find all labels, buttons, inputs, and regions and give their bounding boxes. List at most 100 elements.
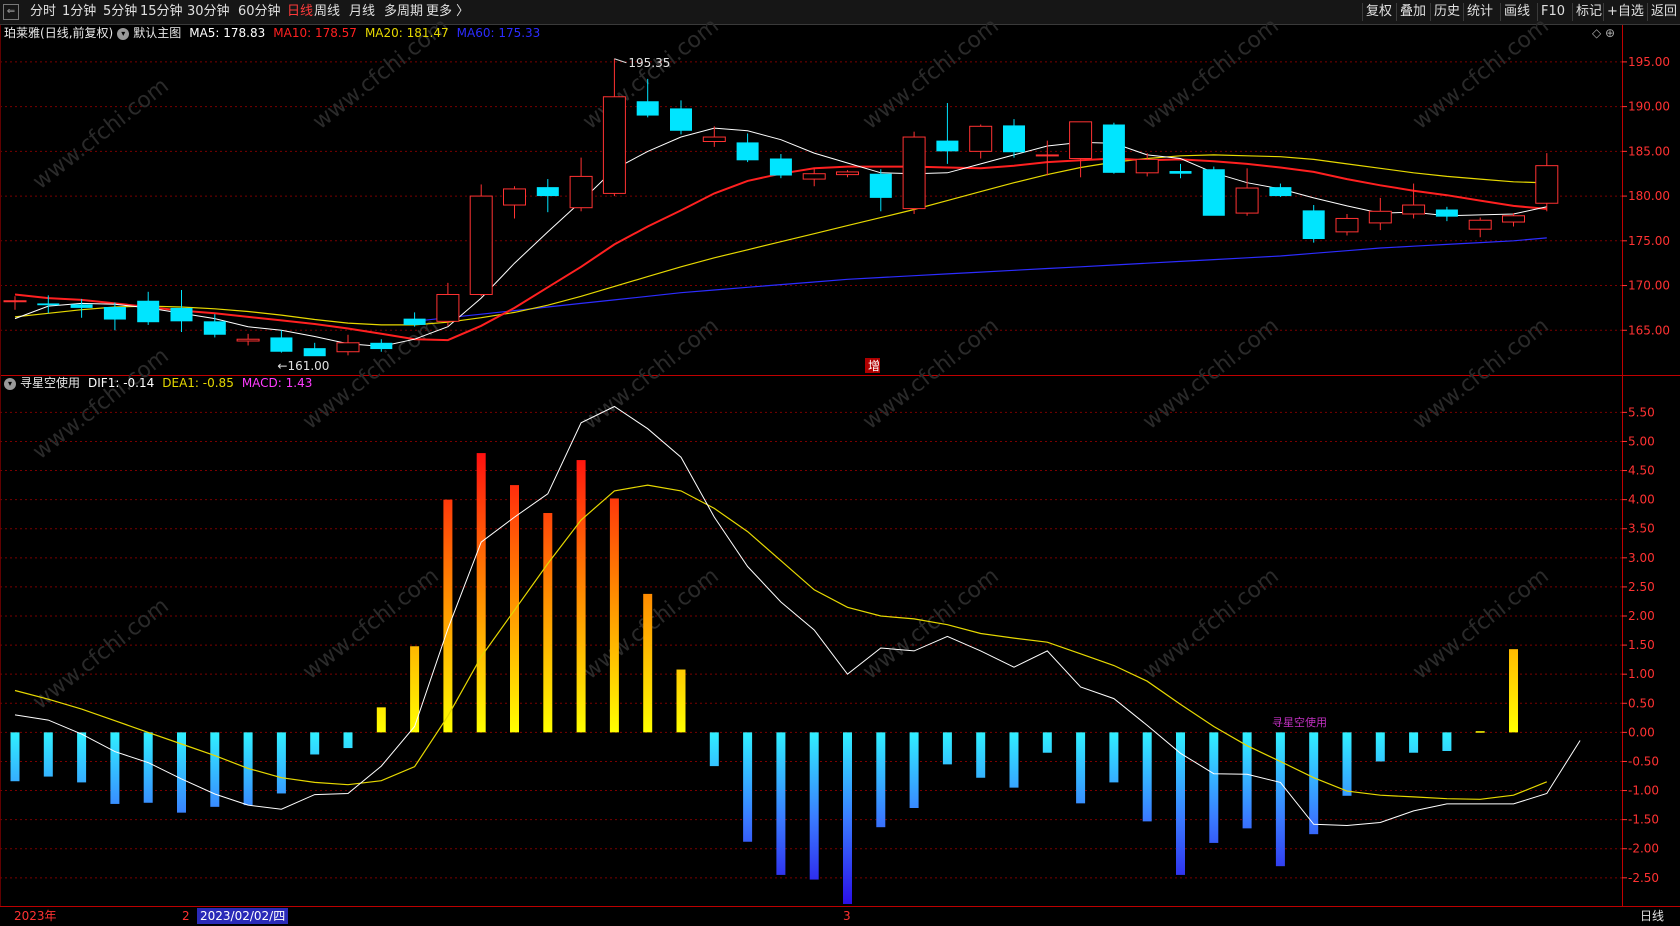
candle	[1368, 197, 1392, 231]
watermark-text: www.cfchi.com	[1408, 563, 1553, 684]
candle-body	[1535, 165, 1559, 204]
macd-bars	[10, 453, 1518, 904]
candle	[503, 186, 526, 219]
indicator-watermark: 寻星空使用	[1272, 715, 1327, 729]
macd-tick-label: 0.50	[1628, 696, 1655, 710]
candle-body	[1202, 169, 1225, 216]
candle-body	[936, 140, 959, 152]
macd-bar	[876, 732, 886, 828]
candle	[1169, 163, 1192, 179]
candle	[902, 131, 926, 214]
watermark-text: www.cfchi.com	[858, 563, 1003, 684]
candle	[769, 154, 792, 179]
candle	[1535, 153, 1559, 212]
macd-tick-label: -0.50	[1628, 754, 1659, 768]
candle	[836, 170, 859, 178]
candle	[702, 126, 726, 147]
macd-bar	[942, 732, 952, 765]
main-corner-icons[interactable]: ◇ ⊕	[1592, 26, 1615, 40]
candle	[70, 298, 93, 318]
feb-marker: 2	[182, 909, 190, 923]
price-tick-label: 185.00	[1628, 144, 1670, 158]
candle-body	[203, 321, 226, 335]
macd-bar	[576, 460, 586, 733]
macd-bar	[1042, 732, 1052, 753]
candle	[1135, 153, 1159, 177]
candle	[137, 291, 160, 325]
period-indicator[interactable]: 日线	[1640, 908, 1664, 924]
macd-value: MACD: 1.43	[241, 376, 313, 390]
candle	[536, 179, 559, 213]
candle	[303, 342, 326, 357]
macd-bar	[1209, 732, 1219, 843]
template-toggle-icon[interactable]: ▾	[117, 27, 130, 40]
template-label[interactable]: 默认主图	[133, 26, 181, 40]
macd-tick-label: 3.50	[1628, 522, 1655, 536]
candle-body	[1402, 204, 1426, 215]
candle-body	[802, 173, 826, 180]
macd-bar	[77, 732, 87, 783]
macd-bar	[1109, 732, 1119, 783]
candle	[602, 58, 626, 197]
macd-bar	[543, 513, 553, 733]
period-label: (日线,前复权)	[40, 26, 114, 40]
candle	[1468, 217, 1492, 238]
candle	[1003, 119, 1025, 158]
candle	[569, 157, 593, 212]
macd-bar	[909, 732, 919, 808]
candle-body	[37, 303, 60, 306]
indicator-toggle-icon[interactable]: ▾	[4, 377, 16, 390]
candle	[403, 312, 426, 327]
sub-legend: ▾ 寻星空使用 DIF1: -0.14 DEA1: -0.85 MACD: 1.43	[4, 375, 312, 391]
candle	[1202, 166, 1225, 216]
candle-body	[902, 136, 926, 210]
candle-body	[1102, 124, 1125, 173]
ma10-line	[14, 157, 1547, 342]
price-tick-label: 180.00	[1628, 189, 1670, 203]
candle	[1269, 183, 1292, 197]
macd-bar	[709, 732, 719, 767]
watermark-text: www.cfchi.com	[578, 313, 723, 434]
macd-tick-label: 1.50	[1628, 638, 1655, 652]
indicator-name[interactable]: 寻星空使用	[20, 376, 80, 390]
candle	[436, 282, 460, 326]
macd-tick-label: 5.00	[1628, 434, 1655, 448]
candle	[1102, 122, 1125, 174]
candle-body	[1003, 125, 1025, 153]
macd-bar	[1509, 649, 1518, 733]
kline-chart: www.cfchi.com www.cfchi.com www.cfchi.com w…	[0, 13, 1680, 906]
macd-tick-label: 1.00	[1628, 667, 1655, 681]
macd-bar	[443, 499, 453, 733]
candle-body	[836, 171, 859, 176]
macd-bar	[210, 732, 220, 807]
candle	[802, 168, 826, 187]
ma20-value: MA20: 181.47	[364, 26, 449, 40]
macd-bar	[843, 732, 852, 904]
macd-bar	[510, 485, 519, 733]
macd-bar	[1375, 732, 1385, 762]
stock-name: 珀莱雅	[4, 26, 41, 40]
candle-body	[403, 318, 426, 325]
candle	[1502, 213, 1525, 227]
macd-tick-label: 5.50	[1628, 405, 1655, 419]
macd-bar	[110, 732, 120, 804]
macd-bar	[609, 498, 619, 733]
main-legend: 珀莱雅(日线,前复权) ▾ 默认主图 MA5: 178.83 MA10: 178.57 M…	[4, 25, 540, 41]
candle-body	[536, 187, 559, 197]
candles	[3, 58, 1559, 357]
candle-body	[436, 293, 460, 322]
candle	[469, 184, 493, 297]
candle	[3, 296, 27, 310]
candle	[1035, 140, 1059, 176]
macd-bar	[976, 732, 986, 778]
candle	[736, 133, 759, 163]
candle-body	[1269, 187, 1292, 197]
candle-body	[969, 125, 993, 152]
macd-bar	[676, 669, 686, 733]
macd-bar	[1009, 732, 1019, 788]
macd-tick-label: 0.00	[1628, 725, 1655, 739]
candle-body	[3, 300, 27, 303]
macd-bar	[10, 732, 20, 782]
macd-bar	[1309, 732, 1319, 835]
cursor-date: 2023/02/02/四	[197, 908, 289, 924]
